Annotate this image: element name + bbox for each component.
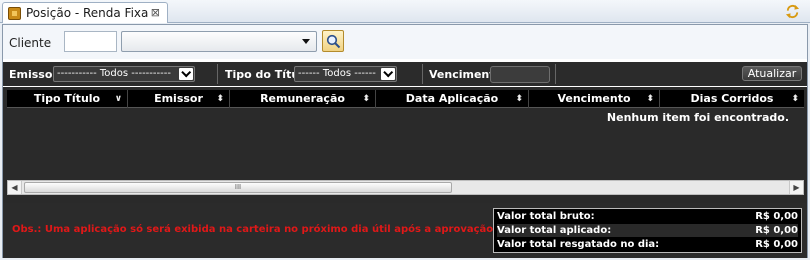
- total-value: R$ 0,00: [755, 239, 798, 250]
- total-value: R$ 0,00: [755, 211, 798, 222]
- atualizar-button[interactable]: Atualizar: [742, 66, 802, 81]
- tipo-titulo-select[interactable]: ------ Todos ------: [294, 66, 397, 82]
- total-value: R$ 0,00: [755, 225, 798, 236]
- emissor-select-value: ----------- Todos -----------: [57, 68, 171, 79]
- sort-icon: ⬍: [791, 94, 799, 104]
- column-label: Vencimento: [557, 92, 631, 105]
- search-icon: [326, 34, 341, 49]
- tab-posicao-renda-fixa[interactable]: Posição - Renda Fixa ⊠: [2, 2, 168, 23]
- tipo-titulo-select-value: ------ Todos ------: [298, 68, 376, 79]
- column-label: Data Aplicação: [405, 92, 499, 105]
- emissor-select[interactable]: ----------- Todos -----------: [53, 66, 195, 82]
- column-label: Tipo Título: [33, 92, 101, 105]
- empty-message: Nenhum item foi encontrado.: [606, 111, 789, 124]
- scrollbar-thumb[interactable]: III: [24, 182, 452, 193]
- obs-message: Obs.: Uma aplicação só será exibida na c…: [12, 224, 497, 235]
- cliente-select[interactable]: [121, 31, 317, 52]
- total-row: Valor total resgatado no dia: R$ 0,00: [497, 238, 798, 251]
- cliente-row: Cliente: [3, 25, 807, 59]
- vencimento-input[interactable]: [490, 66, 550, 83]
- tab-title: Posição - Renda Fixa: [26, 6, 149, 20]
- column-header-emissor[interactable]: Emissor ⬍: [128, 90, 230, 108]
- totals-box: Valor total bruto: R$ 0,00 Valor total a…: [493, 208, 802, 253]
- total-row: Valor total aplicado: R$ 0,00: [497, 224, 798, 237]
- chevron-down-icon: [381, 68, 395, 80]
- cliente-label: Cliente: [9, 36, 52, 50]
- column-label: Remuneração: [260, 92, 345, 105]
- search-button[interactable]: [322, 30, 344, 52]
- divider: [555, 64, 556, 84]
- scroll-right-button[interactable]: ▶: [789, 181, 803, 194]
- filter-bar: Emissor ----------- Todos ----------- Ti…: [3, 62, 807, 86]
- close-icon[interactable]: ⊠: [151, 6, 160, 19]
- column-header-vencimento[interactable]: Vencimento ⬍: [529, 90, 660, 108]
- divider: [217, 64, 218, 84]
- sort-icon: ⬍: [362, 94, 370, 104]
- total-label: Valor total aplicado:: [497, 225, 612, 236]
- column-header-tipo-titulo[interactable]: Tipo Título ∨: [7, 90, 128, 108]
- total-label: Valor total resgatado no dia:: [497, 239, 660, 250]
- total-row: Valor total bruto: R$ 0,00: [497, 210, 798, 223]
- sort-icon: ⬍: [515, 94, 523, 104]
- chevron-down-icon: [179, 68, 193, 80]
- column-header-data-aplicacao[interactable]: Data Aplicação ⬍: [376, 90, 529, 108]
- tab-strip: Posição - Renda Fixa ⊠: [0, 0, 810, 23]
- column-label: Dias Corridos: [690, 92, 774, 105]
- folder-icon: [8, 6, 21, 20]
- main-panel: Cliente Emissor ----------- Todos ------…: [2, 24, 808, 258]
- column-label: Emissor: [154, 92, 203, 105]
- refresh-icon[interactable]: [785, 4, 800, 19]
- emissor-label: Emissor: [9, 68, 58, 81]
- column-header-dias-corridos[interactable]: Dias Corridos ⬍: [660, 90, 804, 108]
- chevron-down-icon: [302, 39, 310, 44]
- horizontal-scrollbar[interactable]: ◀ III ▶: [7, 180, 804, 195]
- footer-panel: Obs.: Uma aplicação só será exibida na c…: [3, 203, 807, 258]
- column-header-remuneracao[interactable]: Remuneração ⬍: [230, 90, 376, 108]
- chevron-down-icon: ∨: [114, 94, 122, 104]
- cliente-code-input[interactable]: [64, 31, 117, 52]
- table-header: Tipo Título ∨ Emissor ⬍ Remuneração ⬍ Da…: [7, 90, 804, 108]
- scroll-left-button[interactable]: ◀: [8, 181, 22, 194]
- divider: [422, 64, 423, 84]
- total-label: Valor total bruto:: [497, 211, 595, 222]
- sort-icon: ⬍: [216, 94, 224, 104]
- sort-icon: ⬍: [646, 94, 654, 104]
